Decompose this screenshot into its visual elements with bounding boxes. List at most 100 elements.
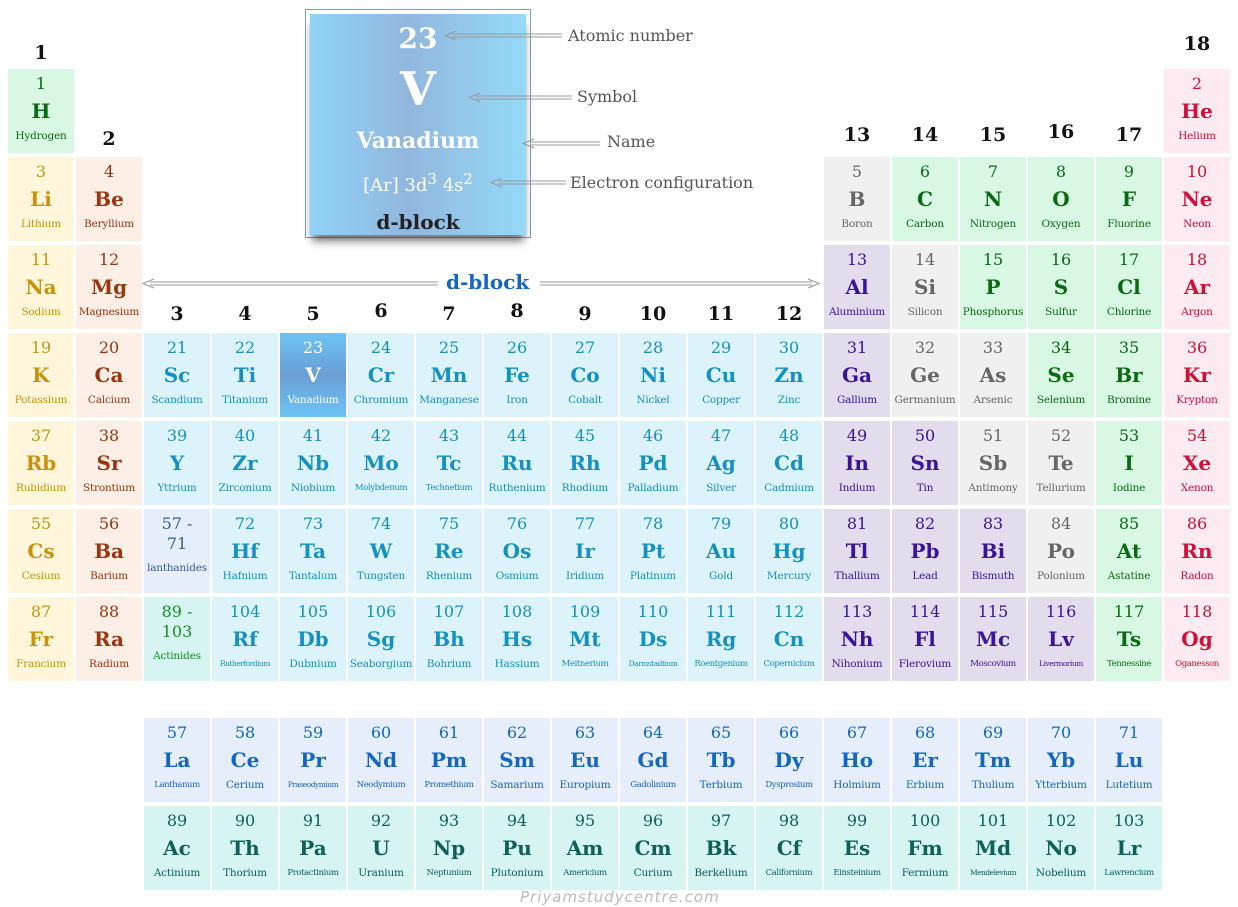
element-tile-tm[interactable]: 69 Tm Thulium (960, 718, 1026, 802)
element-tile-v[interactable]: 23 V Vanadium (280, 333, 346, 417)
element-tile-ac[interactable]: 89 Ac Actinium (144, 806, 210, 890)
element-tile-os[interactable]: 76 Os Osmium (484, 509, 550, 593)
element-tile-re[interactable]: 75 Re Rhenium (416, 509, 482, 593)
element-tile-h[interactable]: 1 H Hydrogen (8, 69, 74, 153)
element-tile-fm[interactable]: 100 Fm Fermium (892, 806, 958, 890)
element-tile-sc[interactable]: 21 Sc Scandium (144, 333, 210, 417)
element-tile-gd[interactable]: 64 Gd Gadolinium (620, 718, 686, 802)
element-tile-n[interactable]: 7 N Nitrogen (960, 157, 1026, 241)
element-tile-ba[interactable]: 56 Ba Barium (76, 509, 142, 593)
element-tile-co[interactable]: 27 Co Cobalt (552, 333, 618, 417)
element-tile-hs[interactable]: 108 Hs Hassium (484, 597, 550, 681)
element-tile-nh[interactable]: 113 Nh Nihonium (824, 597, 890, 681)
element-tile-pa[interactable]: 91 Pa Protactinium (280, 806, 346, 890)
element-tile-og[interactable]: 118 Og Oganesson (1164, 597, 1230, 681)
element-tile-no[interactable]: 102 No Nobelium (1028, 806, 1094, 890)
element-tile-p[interactable]: 15 P Phosphorus (960, 245, 1026, 329)
element-tile-ag[interactable]: 47 Ag Silver (688, 421, 754, 505)
element-tile-db[interactable]: 105 Db Dubnium (280, 597, 346, 681)
element-tile-te[interactable]: 52 Te Tellurium (1028, 421, 1094, 505)
element-tile-kr[interactable]: 36 Kr Krypton (1164, 333, 1230, 417)
element-tile-k[interactable]: 19 K Potassium (8, 333, 74, 417)
element-tile-ne[interactable]: 10 Ne Neon (1164, 157, 1230, 241)
element-tile-ra[interactable]: 88 Ra Radium (76, 597, 142, 681)
element-tile-ga[interactable]: 31 Ga Gallium (824, 333, 890, 417)
element-tile-er[interactable]: 68 Er Erbium (892, 718, 958, 802)
element-tile-y[interactable]: 39 Y Yttrium (144, 421, 210, 505)
element-tile-br[interactable]: 35 Br Bromine (1096, 333, 1162, 417)
element-tile-ge[interactable]: 32 Ge Germanium (892, 333, 958, 417)
element-tile-cl[interactable]: 17 Cl Chlorine (1096, 245, 1162, 329)
element-tile-cr[interactable]: 24 Cr Chromium (348, 333, 414, 417)
element-tile-he[interactable]: 2 He Helium (1164, 69, 1230, 153)
element-tile-at[interactable]: 85 At Astatine (1096, 509, 1162, 593)
element-tile-ho[interactable]: 67 Ho Holmium (824, 718, 890, 802)
element-tile-mo[interactable]: 42 Mo Molybdenum (348, 421, 414, 505)
element-tile-ru[interactable]: 44 Ru Ruthenium (484, 421, 550, 505)
element-tile-am[interactable]: 95 Am Americium (552, 806, 618, 890)
element-tile-b[interactable]: 5 B Boron (824, 157, 890, 241)
element-tile-yb[interactable]: 70 Yb Ytterbium (1028, 718, 1094, 802)
element-tile-cu[interactable]: 29 Cu Copper (688, 333, 754, 417)
element-tile-lv[interactable]: 116 Lv Livermorium (1028, 597, 1094, 681)
element-tile-zr[interactable]: 40 Zr Zirconium (212, 421, 278, 505)
element-tile-mc[interactable]: 115 Mc Moscovium (960, 597, 1026, 681)
element-tile-th[interactable]: 90 Th Thorium (212, 806, 278, 890)
element-tile-mn[interactable]: 25 Mn Manganese (416, 333, 482, 417)
series-placeholder-actinides[interactable]: 89 -103 Actinides (144, 597, 210, 681)
element-tile-cm[interactable]: 96 Cm Curium (620, 806, 686, 890)
element-tile-cn[interactable]: 112 Cn Copernicium (756, 597, 822, 681)
element-tile-ar[interactable]: 18 Ar Argon (1164, 245, 1230, 329)
element-tile-nb[interactable]: 41 Nb Niobium (280, 421, 346, 505)
element-tile-np[interactable]: 93 Np Neptunium (416, 806, 482, 890)
element-tile-i[interactable]: 53 I Iodine (1096, 421, 1162, 505)
element-tile-la[interactable]: 57 La Lanthanum (144, 718, 210, 802)
element-tile-cf[interactable]: 98 Cf Californium (756, 806, 822, 890)
element-tile-as[interactable]: 33 As Arsenic (960, 333, 1026, 417)
element-tile-ti[interactable]: 22 Ti Titanium (212, 333, 278, 417)
element-tile-pb[interactable]: 82 Pb Lead (892, 509, 958, 593)
element-tile-ce[interactable]: 58 Ce Cerium (212, 718, 278, 802)
element-tile-au[interactable]: 79 Au Gold (688, 509, 754, 593)
element-tile-rf[interactable]: 104 Rf Rutherfordium (212, 597, 278, 681)
element-tile-cd[interactable]: 48 Cd Cadmium (756, 421, 822, 505)
element-tile-md[interactable]: 101 Md Mendelevium (960, 806, 1026, 890)
element-tile-pd[interactable]: 46 Pd Palladium (620, 421, 686, 505)
element-tile-hf[interactable]: 72 Hf Hafnium (212, 509, 278, 593)
element-tile-fe[interactable]: 26 Fe Iron (484, 333, 550, 417)
element-tile-fr[interactable]: 87 Fr Francium (8, 597, 74, 681)
series-placeholder-lanthanides[interactable]: 57 -71 lanthanides (144, 509, 210, 593)
element-tile-c[interactable]: 6 C Carbon (892, 157, 958, 241)
element-tile-bi[interactable]: 83 Bi Bismuth (960, 509, 1026, 593)
element-tile-rg[interactable]: 111 Rg Roentgenium (688, 597, 754, 681)
element-tile-sg[interactable]: 106 Sg Seaborgium (348, 597, 414, 681)
element-tile-ni[interactable]: 28 Ni Nickel (620, 333, 686, 417)
element-tile-pu[interactable]: 94 Pu Plutonium (484, 806, 550, 890)
element-tile-ta[interactable]: 73 Ta Tantalum (280, 509, 346, 593)
element-tile-rn[interactable]: 86 Rn Radon (1164, 509, 1230, 593)
element-tile-se[interactable]: 34 Se Selenium (1028, 333, 1094, 417)
element-tile-ca[interactable]: 20 Ca Calcium (76, 333, 142, 417)
element-tile-mt[interactable]: 109 Mt Meitnerium (552, 597, 618, 681)
element-tile-hg[interactable]: 80 Hg Mercury (756, 509, 822, 593)
element-tile-tl[interactable]: 81 Tl Thallium (824, 509, 890, 593)
element-tile-eu[interactable]: 63 Eu Europium (552, 718, 618, 802)
element-tile-nd[interactable]: 60 Nd Neodymium (348, 718, 414, 802)
element-tile-ts[interactable]: 117 Ts Tennessine (1096, 597, 1162, 681)
element-tile-rb[interactable]: 37 Rb Rubidium (8, 421, 74, 505)
element-tile-dy[interactable]: 66 Dy Dysprosium (756, 718, 822, 802)
element-tile-bk[interactable]: 97 Bk Berkelium (688, 806, 754, 890)
element-tile-rh[interactable]: 45 Rh Rhodium (552, 421, 618, 505)
element-tile-pr[interactable]: 59 Pr Praseodymium (280, 718, 346, 802)
element-tile-zn[interactable]: 30 Zn Zinc (756, 333, 822, 417)
element-tile-fl[interactable]: 114 Fl Flerovium (892, 597, 958, 681)
element-tile-s[interactable]: 16 S Sulfur (1028, 245, 1094, 329)
element-tile-w[interactable]: 74 W Tungsten (348, 509, 414, 593)
element-tile-sm[interactable]: 62 Sm Samarium (484, 718, 550, 802)
element-tile-pt[interactable]: 78 Pt Platinum (620, 509, 686, 593)
element-tile-lu[interactable]: 71 Lu Lutetium (1096, 718, 1162, 802)
element-tile-be[interactable]: 4 Be Beryllium (76, 157, 142, 241)
element-tile-ir[interactable]: 77 Ir Iridium (552, 509, 618, 593)
element-tile-ds[interactable]: 110 Ds Darmstadtium (620, 597, 686, 681)
element-tile-lr[interactable]: 103 Lr Lawrencium (1096, 806, 1162, 890)
